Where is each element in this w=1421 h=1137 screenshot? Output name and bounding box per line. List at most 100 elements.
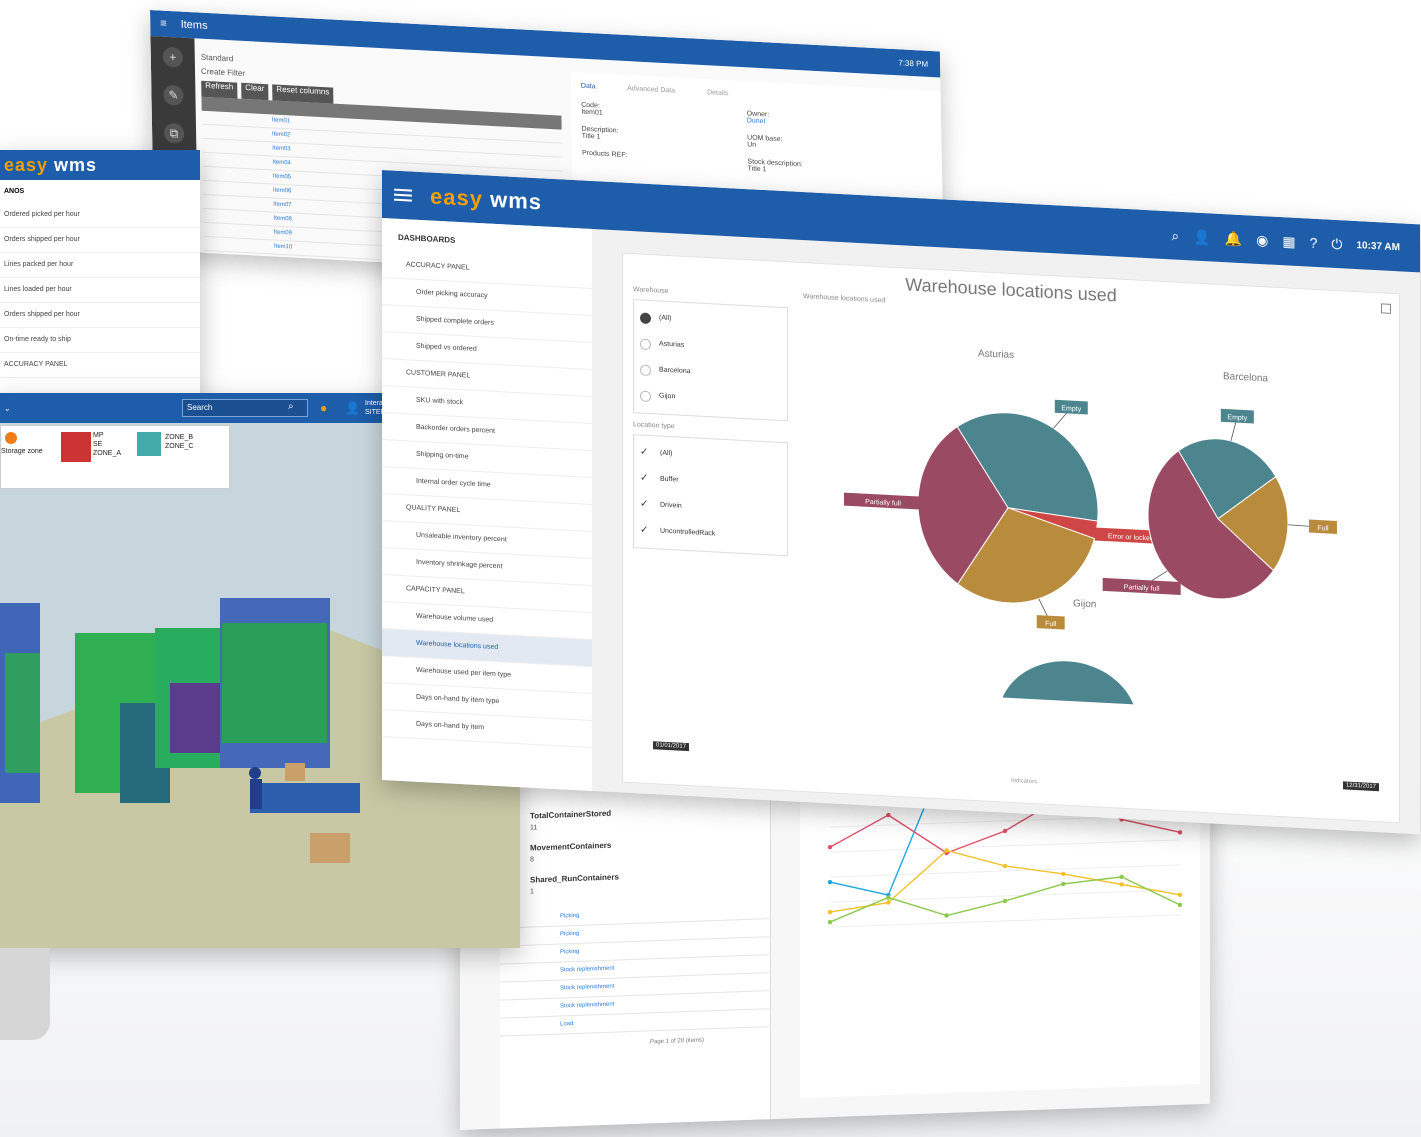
data-point xyxy=(827,909,833,915)
tab-data[interactable]: Data xyxy=(581,83,596,91)
building-icon[interactable]: ▦ xyxy=(1282,233,1295,251)
data-point xyxy=(1119,882,1124,887)
left-dashboard-list: Ordered picked per hour Orders shipped pe… xyxy=(0,203,200,378)
radio-button[interactable] xyxy=(640,338,651,350)
checkmark-icon[interactable]: ✓ xyxy=(640,518,652,545)
pie-title: Asturias xyxy=(978,348,1014,361)
chevron-down-icon[interactable]: ⌄ xyxy=(4,404,11,413)
logo-wms: wms xyxy=(490,186,542,215)
box xyxy=(285,763,305,781)
se-label: SE xyxy=(93,441,103,448)
hamburger-menu-icon[interactable] xyxy=(394,186,412,205)
zone-b-swatch xyxy=(137,432,161,456)
series-line xyxy=(829,876,1181,923)
checkmark-icon[interactable]: ✓ xyxy=(640,466,652,493)
left-dashboard-item[interactable]: Orders shipped per hour xyxy=(0,228,200,253)
bell-icon[interactable]: 🔔 xyxy=(1225,230,1242,248)
data-point xyxy=(886,900,891,905)
zone-c-label: ZONE_C xyxy=(165,443,194,450)
pager-text: Page 1 of 20 (items) xyxy=(650,1037,705,1046)
left-dashboard-item[interactable]: On-time ready to ship xyxy=(0,328,200,353)
radio-button[interactable] xyxy=(640,390,651,402)
logo-easy: easy xyxy=(430,183,483,212)
tab-advanced-data[interactable]: Advanced Data xyxy=(627,85,675,95)
radio-button[interactable] xyxy=(640,364,651,376)
warehouse-option-label: (All) xyxy=(659,314,672,323)
display-pedestal xyxy=(0,948,50,1040)
timeline-label: Indicators xyxy=(1011,777,1038,786)
edit-icon[interactable]: ✎ xyxy=(163,84,184,106)
left-dashboard-header: ANOS xyxy=(4,188,25,195)
left-dashboard-item[interactable]: Lines packed per hour xyxy=(0,253,200,278)
search-icon[interactable]: ⌕ xyxy=(288,401,294,412)
radio-button[interactable] xyxy=(640,312,651,324)
product-ref-label: Products REF: xyxy=(581,149,628,160)
chart-content: Warehouse locations used Warehouse (All)… xyxy=(622,252,1400,824)
main-dashboard-window: easy wms ⌕ 👤 🔔 ◉ ▦ ? ⏻ 10:37 AM DASHBOAR… xyxy=(382,170,1420,835)
row-code[interactable]: Item01 xyxy=(272,117,290,124)
left-dashboard-bar: easy wms xyxy=(0,150,200,180)
clear-button[interactable]: Clear xyxy=(241,82,269,101)
user-icon[interactable]: 👤 xyxy=(1193,228,1210,246)
data-point xyxy=(1061,871,1066,877)
left-dashboard-item[interactable]: Ordered picked per hour xyxy=(0,203,200,228)
row-code[interactable]: Item04 xyxy=(272,159,290,166)
code-value: Item01 xyxy=(581,108,603,117)
left-dashboard-item[interactable]: ACCURACY PANEL xyxy=(0,353,200,378)
items-title: Items xyxy=(180,18,208,33)
add-icon[interactable]: + xyxy=(162,46,183,68)
help-icon[interactable]: ? xyxy=(1310,235,1318,251)
row-code[interactable]: Item13 xyxy=(275,286,293,292)
pallet xyxy=(310,833,350,863)
zone-a-label: ZONE_A xyxy=(93,450,122,457)
row-code[interactable]: Item10 xyxy=(274,244,292,251)
left-dashboard-item[interactable]: Lines loaded per hour xyxy=(0,278,200,303)
warehouse-option-label: Barcelona xyxy=(659,366,691,376)
power-icon[interactable]: ⏻ xyxy=(1331,235,1342,253)
mp-label: MP xyxy=(93,432,104,439)
row-code[interactable]: Item09 xyxy=(274,230,292,237)
row-code[interactable]: Item06 xyxy=(273,187,291,194)
data-point xyxy=(1002,863,1008,869)
pie-label: Full xyxy=(1317,525,1329,533)
row-code[interactable]: Item03 xyxy=(272,145,290,152)
checkmark-icon[interactable]: ✓ xyxy=(640,440,652,467)
brand-icon[interactable]: ◉ xyxy=(1256,231,1268,249)
warehouse-label: Warehouse xyxy=(633,286,669,296)
user-icon[interactable]: 👤 xyxy=(345,401,360,415)
row-code[interactable]: Item11 xyxy=(274,258,292,265)
data-point xyxy=(1177,902,1183,908)
checkmark-icon[interactable]: ✓ xyxy=(640,492,652,519)
row-code[interactable]: Item07 xyxy=(273,201,291,208)
timeline-end[interactable]: 12/31/2017 xyxy=(1342,781,1379,792)
menu-icon[interactable]: ≡ xyxy=(160,18,167,30)
left-logo-suffix: wms xyxy=(54,154,98,175)
storage-zone-label: Storage zone xyxy=(1,448,43,455)
refresh-button[interactable]: Refresh xyxy=(201,80,238,99)
row-code[interactable]: Item08 xyxy=(273,216,291,223)
left-dashboard-window: easy wms ANOS Ordered picked per hour Ord… xyxy=(0,150,200,410)
tab-details[interactable]: Details xyxy=(707,89,729,97)
expand-icon[interactable] xyxy=(1381,303,1391,314)
data-point xyxy=(827,919,833,925)
data-point xyxy=(944,913,949,918)
location-type-label: Location type xyxy=(633,421,675,431)
pie-charts-box: Warehouse locations used Asturias Empty Er… xyxy=(803,293,1389,772)
left-dashboard-item[interactable]: Orders shipped per hour xyxy=(0,303,200,328)
top-tools: ⌕ 👤 🔔 ◉ ▦ ? ⏻ 10:37 AM xyxy=(1171,211,1400,271)
copy-icon[interactable]: ⧉ xyxy=(163,122,185,144)
pie-label: Empty xyxy=(1227,414,1247,422)
location-type-label: UncontrolledRack xyxy=(660,527,716,538)
timeline-start[interactable]: 01/01/2017 xyxy=(653,741,690,752)
row-code[interactable]: Item05 xyxy=(273,173,291,180)
pie-slice xyxy=(997,660,1139,720)
alert-icon[interactable]: ● xyxy=(320,401,327,415)
search-icon[interactable]: ⌕ xyxy=(1171,227,1179,244)
grid-line xyxy=(830,914,1180,928)
row-code[interactable]: Item12 xyxy=(274,272,292,279)
row-code[interactable]: Item02 xyxy=(272,131,290,138)
reset-columns-button[interactable]: Reset columns xyxy=(272,84,334,104)
dashboards-nav: DASHBOARDS ACCURACY PANEL Order picking a… xyxy=(382,218,592,792)
clock-time: 10:37 AM xyxy=(1356,239,1400,253)
data-point xyxy=(1002,898,1008,904)
